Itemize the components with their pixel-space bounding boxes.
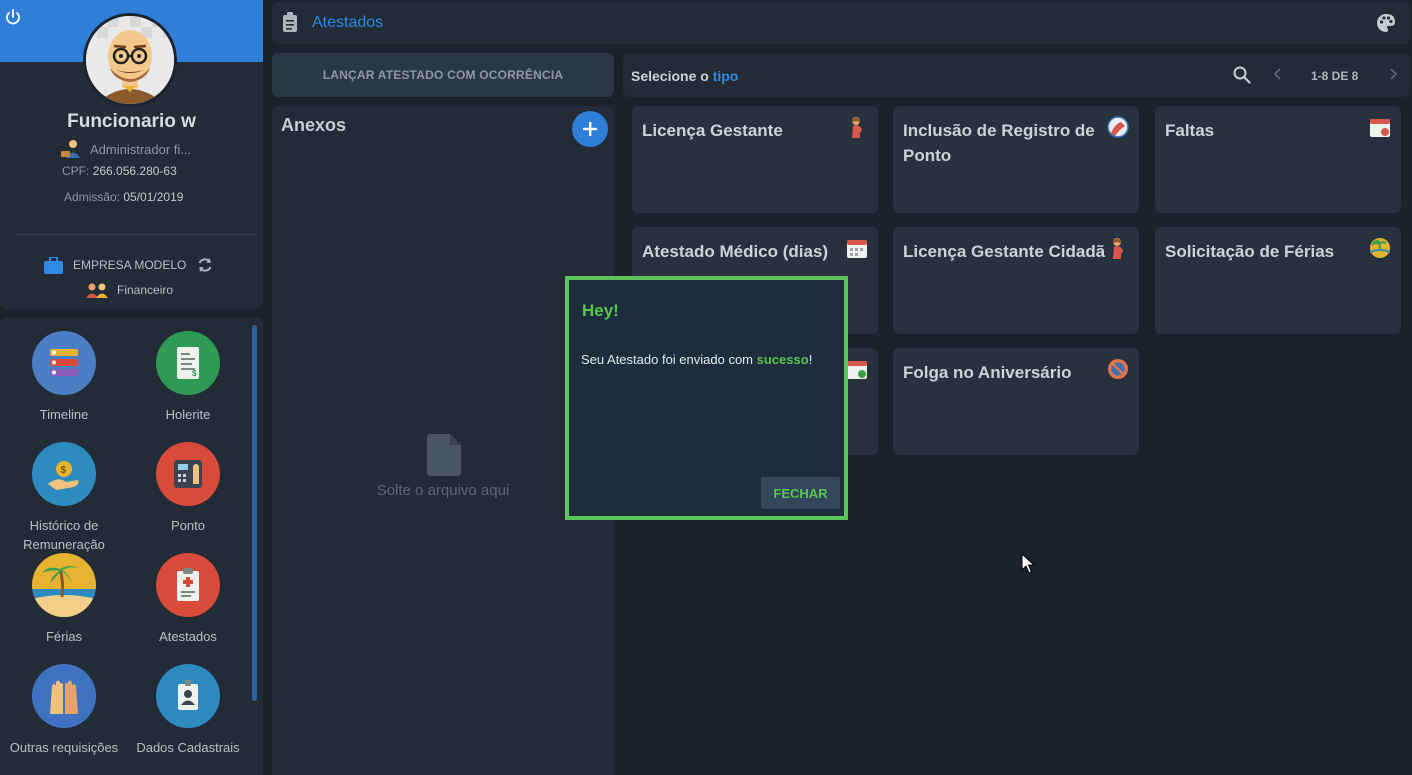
- power-icon[interactable]: [4, 8, 22, 26]
- admission-value: 05/01/2019: [123, 190, 184, 204]
- team-icon: [86, 283, 108, 298]
- dialog-message: Seu Atestado foi enviado com sucesso!: [581, 352, 812, 367]
- raised-hands-icon: [32, 664, 96, 728]
- attachments-panel: Anexos Solte o arquivo aqui: [272, 106, 614, 775]
- company-row: EMPRESA MODELO: [44, 255, 214, 275]
- company-name: EMPRESA MODELO: [73, 258, 187, 272]
- type-card-faltas[interactable]: Faltas: [1155, 106, 1401, 213]
- manager-icon: [61, 140, 80, 158]
- id-badge-icon: [156, 664, 220, 728]
- timeline-icon: [32, 331, 96, 395]
- type-card-label: Faltas: [1165, 121, 1215, 140]
- pregnant-woman-icon: [852, 117, 862, 138]
- department-name: Financeiro: [117, 283, 174, 297]
- type-card-licenca-gestante[interactable]: Licença Gestante: [632, 106, 878, 213]
- clipboard-medical-icon: [156, 553, 220, 617]
- type-card-label: Solicitação de Férias: [1165, 242, 1335, 261]
- app-historico-remuneracao[interactable]: $ Histórico de Remuneração: [2, 442, 126, 554]
- type-card-label: Licença Gestante Cidadã: [903, 242, 1106, 261]
- file-icon: [427, 434, 461, 476]
- filter-label-highlight: tipo: [712, 68, 739, 84]
- app-label: Ponto: [171, 518, 205, 533]
- close-dialog-button[interactable]: FECHAR: [761, 477, 840, 509]
- employee-name: Funcionario w: [67, 111, 196, 132]
- svg-text:$: $: [192, 369, 197, 378]
- cpf-value: 266.056.280-63: [92, 164, 177, 178]
- profile-card: Funcionario w Administrador fi... CPF: 2…: [0, 0, 263, 309]
- type-card-label: Folga no Aniversário: [903, 363, 1072, 382]
- drop-zone-text[interactable]: Solte o arquivo aqui: [272, 482, 614, 499]
- app-ponto[interactable]: Ponto: [126, 442, 250, 535]
- app-label: Atestados: [159, 629, 217, 644]
- employee-role-text: Administrador fi...: [90, 141, 192, 157]
- vacation-icon: [1370, 238, 1390, 258]
- mouse-cursor-icon: [1021, 553, 1035, 574]
- add-attachment-button[interactable]: [572, 111, 608, 147]
- app-label: Histórico de Remuneração: [23, 518, 105, 552]
- filter-label: Selecione o tipo: [631, 68, 738, 84]
- chevron-left-icon[interactable]: [1272, 67, 1284, 81]
- app-holerite[interactable]: $ Holerite: [126, 331, 250, 424]
- dialog-message-suffix: !: [808, 352, 813, 367]
- type-card-folga-aniversario[interactable]: Folga no Aniversário: [893, 348, 1139, 455]
- app-label: Outras requisições: [9, 740, 119, 755]
- filter-label-prefix: Selecione o: [631, 68, 709, 84]
- type-card-label: Atestado Médico (dias): [642, 242, 829, 261]
- app-timeline[interactable]: Timeline: [2, 331, 126, 424]
- app-label: Holerite: [165, 407, 211, 422]
- plus-icon: [583, 122, 597, 136]
- type-card-inclusao-registro-ponto[interactable]: Inclusão de Registro de Ponto: [893, 106, 1139, 213]
- refresh-icon[interactable]: [196, 256, 214, 274]
- department-row: Financeiro: [86, 281, 173, 299]
- launch-atestado-button[interactable]: LANÇAR ATESTADO COM OCORRÊNCIA: [272, 53, 614, 97]
- employee-cpf: CPF: 266.056.280-63: [62, 164, 177, 178]
- type-filter-bar: Selecione o tipo 1-8 DE 8: [623, 53, 1410, 97]
- search-icon[interactable]: [1233, 66, 1251, 84]
- beach-icon: [32, 553, 96, 617]
- money-hand-icon: $: [32, 442, 96, 506]
- success-dialog: Hey! Seu Atestado foi enviado com sucess…: [565, 276, 848, 520]
- employee-role: Administrador fi...: [60, 139, 191, 159]
- app-atestados[interactable]: Atestados: [126, 553, 250, 646]
- apps-scrollbar[interactable]: [252, 325, 257, 701]
- app-label: Férias: [45, 629, 83, 644]
- top-bar: Atestados: [272, 2, 1410, 44]
- app-ferias[interactable]: Férias: [2, 553, 126, 646]
- profile-divider: [14, 234, 256, 235]
- holerite-icon: $: [156, 331, 220, 395]
- calendar-absence-icon: [1370, 119, 1390, 137]
- calendar-days-icon: [847, 240, 867, 258]
- pagination-info: 1-8 DE 8: [1311, 69, 1359, 83]
- dialog-title: Hey!: [582, 301, 619, 320]
- cpf-label: CPF:: [62, 164, 90, 178]
- calendar-check-icon: [847, 361, 867, 379]
- time-clock-icon: [156, 442, 220, 506]
- type-card-label: Licença Gestante: [642, 121, 783, 140]
- employee-admission: Admissão: 05/01/2019: [64, 190, 183, 204]
- clipboard-icon: [283, 12, 297, 32]
- app-outras-requisicoes[interactable]: Outras requisições: [2, 664, 126, 757]
- type-card-label: Inclusão de Registro de Ponto: [903, 121, 1095, 165]
- chevron-right-icon[interactable]: [1387, 67, 1399, 81]
- briefcase-icon: [44, 256, 63, 274]
- avatar: [83, 13, 177, 107]
- dialog-message-highlight: sucesso: [756, 352, 809, 367]
- svg-text:$: $: [61, 465, 67, 476]
- app-dados-cadastrais[interactable]: Dados Cadastrais: [126, 664, 250, 757]
- page-title: Atestados: [312, 14, 384, 31]
- admission-label: Admissão:: [64, 190, 121, 204]
- pregnant-woman-icon: [1113, 238, 1123, 259]
- type-card-solicitacao-ferias[interactable]: Solicitação de Férias: [1155, 227, 1401, 334]
- type-card-licenca-gestante-cidada[interactable]: Licença Gestante Cidadã: [893, 227, 1139, 334]
- no-work-icon: [1108, 359, 1128, 379]
- app-label: Dados Cadastrais: [136, 740, 240, 755]
- app-label: Timeline: [39, 407, 89, 422]
- attachments-title: Anexos: [281, 115, 347, 135]
- dialog-message-prefix: Seu Atestado foi enviado com: [581, 352, 754, 367]
- palette-icon[interactable]: [1376, 13, 1396, 33]
- clock-register-icon: [1107, 116, 1129, 138]
